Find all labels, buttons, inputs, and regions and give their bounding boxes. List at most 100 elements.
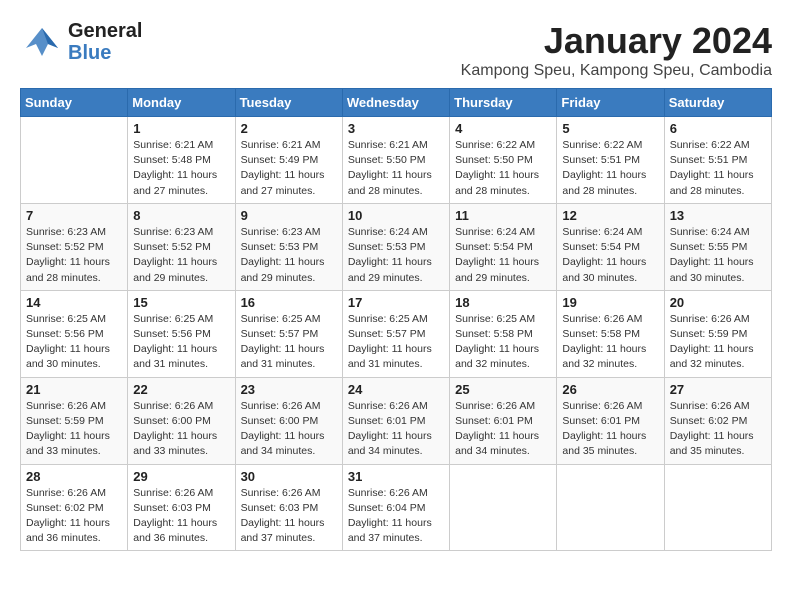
calendar-cell: 12Sunrise: 6:24 AM Sunset: 5:54 PM Dayli… — [557, 203, 664, 290]
day-info: Sunrise: 6:26 AM Sunset: 6:01 PM Dayligh… — [348, 399, 444, 460]
day-info: Sunrise: 6:23 AM Sunset: 5:52 PM Dayligh… — [26, 225, 122, 286]
calendar-week-row: 1 Sunrise: 6:21 AM Sunset: 5:48 PM Daylig… — [21, 117, 772, 204]
calendar-cell: 19 Sunrise: 6:26 AM Sunset: 5:58 PM Dayli… — [557, 290, 664, 377]
day-info: Sunrise: 6:26 AM Sunset: 5:59 PM Dayligh… — [670, 312, 766, 373]
day-number: 11 — [455, 208, 551, 223]
calendar-cell: 13 Sunrise: 6:24 AM Sunset: 5:55 PM Dayli… — [664, 203, 771, 290]
day-info: Sunrise: 6:26 AM Sunset: 5:58 PM Dayligh… — [562, 312, 658, 373]
day-number: 29 — [133, 469, 229, 484]
day-number: 12 — [562, 208, 658, 223]
calendar-cell: 7 Sunrise: 6:23 AM Sunset: 5:52 PM Daylig… — [21, 203, 128, 290]
calendar-cell: 30 Sunrise: 6:26 AM Sunset: 6:03 PM Dayli… — [235, 464, 342, 551]
day-number: 4 — [455, 121, 551, 136]
calendar-cell: 8Sunrise: 6:23 AM Sunset: 5:52 PM Daylig… — [128, 203, 235, 290]
calendar-cell: 17 Sunrise: 6:25 AM Sunset: 5:57 PM Dayli… — [342, 290, 449, 377]
day-info: Sunrise: 6:26 AM Sunset: 5:59 PM Dayligh… — [26, 399, 122, 460]
day-info: Sunrise: 6:22 AM Sunset: 5:51 PM Dayligh… — [670, 138, 766, 199]
day-number: 18 — [455, 295, 551, 310]
calendar-cell: 28Sunrise: 6:26 AM Sunset: 6:02 PM Dayli… — [21, 464, 128, 551]
day-number: 8 — [133, 208, 229, 223]
day-number: 30 — [241, 469, 337, 484]
day-number: 6 — [670, 121, 766, 136]
day-info: Sunrise: 6:26 AM Sunset: 6:01 PM Dayligh… — [455, 399, 551, 460]
calendar-cell — [557, 464, 664, 551]
calendar-table: SundayMondayTuesdayWednesdayThursdayFrid… — [20, 88, 772, 551]
calendar-cell: 4Sunrise: 6:22 AM Sunset: 5:50 PM Daylig… — [450, 117, 557, 204]
day-number: 22 — [133, 382, 229, 397]
day-number: 28 — [26, 469, 122, 484]
logo: General Blue — [20, 20, 142, 64]
day-number: 31 — [348, 469, 444, 484]
day-info: Sunrise: 6:22 AM Sunset: 5:51 PM Dayligh… — [562, 138, 658, 199]
day-info: Sunrise: 6:25 AM Sunset: 5:58 PM Dayligh… — [455, 312, 551, 373]
calendar-day-header: Thursday — [450, 89, 557, 117]
day-number: 23 — [241, 382, 337, 397]
calendar-header: SundayMondayTuesdayWednesdayThursdayFrid… — [21, 89, 772, 117]
day-info: Sunrise: 6:25 AM Sunset: 5:57 PM Dayligh… — [348, 312, 444, 373]
day-number: 10 — [348, 208, 444, 223]
day-info: Sunrise: 6:26 AM Sunset: 6:04 PM Dayligh… — [348, 486, 444, 547]
calendar-cell: 16Sunrise: 6:25 AM Sunset: 5:57 PM Dayli… — [235, 290, 342, 377]
calendar-cell: 31 Sunrise: 6:26 AM Sunset: 6:04 PM Dayli… — [342, 464, 449, 551]
calendar-cell: 3Sunrise: 6:21 AM Sunset: 5:50 PM Daylig… — [342, 117, 449, 204]
calendar-body: 1 Sunrise: 6:21 AM Sunset: 5:48 PM Daylig… — [21, 117, 772, 551]
calendar-cell: 14Sunrise: 6:25 AM Sunset: 5:56 PM Dayli… — [21, 290, 128, 377]
calendar-week-row: 7 Sunrise: 6:23 AM Sunset: 5:52 PM Daylig… — [21, 203, 772, 290]
calendar-cell: 25 Sunrise: 6:26 AM Sunset: 6:01 PM Dayli… — [450, 377, 557, 464]
day-info: Sunrise: 6:24 AM Sunset: 5:55 PM Dayligh… — [670, 225, 766, 286]
calendar-week-row: 28Sunrise: 6:26 AM Sunset: 6:02 PM Dayli… — [21, 464, 772, 551]
day-info: Sunrise: 6:26 AM Sunset: 6:03 PM Dayligh… — [241, 486, 337, 547]
day-info: Sunrise: 6:21 AM Sunset: 5:49 PM Dayligh… — [241, 138, 337, 199]
day-number: 25 — [455, 382, 551, 397]
calendar-day-header: Friday — [557, 89, 664, 117]
calendar-cell — [21, 117, 128, 204]
day-info: Sunrise: 6:25 AM Sunset: 5:56 PM Dayligh… — [133, 312, 229, 373]
calendar-cell — [450, 464, 557, 551]
calendar-cell — [664, 464, 771, 551]
day-number: 13 — [670, 208, 766, 223]
title-block: January 2024 Kampong Speu, Kampong Speu,… — [461, 20, 772, 80]
day-info: Sunrise: 6:26 AM Sunset: 6:01 PM Dayligh… — [562, 399, 658, 460]
page-title: January 2024 — [461, 20, 772, 62]
calendar-cell: 24 Sunrise: 6:26 AM Sunset: 6:01 PM Dayli… — [342, 377, 449, 464]
calendar-day-header: Saturday — [664, 89, 771, 117]
page-subtitle: Kampong Speu, Kampong Speu, Cambodia — [461, 62, 772, 80]
calendar-cell: 15 Sunrise: 6:25 AM Sunset: 5:56 PM Dayli… — [128, 290, 235, 377]
calendar-cell: 29 Sunrise: 6:26 AM Sunset: 6:03 PM Dayli… — [128, 464, 235, 551]
calendar-cell: 18 Sunrise: 6:25 AM Sunset: 5:58 PM Dayli… — [450, 290, 557, 377]
day-number: 3 — [348, 121, 444, 136]
day-info: Sunrise: 6:25 AM Sunset: 5:57 PM Dayligh… — [241, 312, 337, 373]
day-number: 24 — [348, 382, 444, 397]
calendar-cell: 9Sunrise: 6:23 AM Sunset: 5:53 PM Daylig… — [235, 203, 342, 290]
day-info: Sunrise: 6:21 AM Sunset: 5:48 PM Dayligh… — [133, 138, 229, 199]
day-number: 5 — [562, 121, 658, 136]
calendar-cell: 20 Sunrise: 6:26 AM Sunset: 5:59 PM Dayli… — [664, 290, 771, 377]
day-info: Sunrise: 6:26 AM Sunset: 6:03 PM Dayligh… — [133, 486, 229, 547]
calendar-cell: 21 Sunrise: 6:26 AM Sunset: 5:59 PM Dayli… — [21, 377, 128, 464]
calendar-day-header: Wednesday — [342, 89, 449, 117]
calendar-cell: 5 Sunrise: 6:22 AM Sunset: 5:51 PM Daylig… — [557, 117, 664, 204]
calendar-cell: 2 Sunrise: 6:21 AM Sunset: 5:49 PM Daylig… — [235, 117, 342, 204]
calendar-cell: 6 Sunrise: 6:22 AM Sunset: 5:51 PM Daylig… — [664, 117, 771, 204]
calendar-cell: 23Sunrise: 6:26 AM Sunset: 6:00 PM Dayli… — [235, 377, 342, 464]
day-number: 27 — [670, 382, 766, 397]
logo-name: General Blue — [68, 20, 142, 64]
day-number: 1 — [133, 121, 229, 136]
day-number: 26 — [562, 382, 658, 397]
calendar-cell: 11 Sunrise: 6:24 AM Sunset: 5:54 PM Dayli… — [450, 203, 557, 290]
logo-blue-text: Blue — [68, 42, 142, 64]
day-number: 17 — [348, 295, 444, 310]
day-info: Sunrise: 6:24 AM Sunset: 5:54 PM Dayligh… — [455, 225, 551, 286]
day-info: Sunrise: 6:26 AM Sunset: 6:00 PM Dayligh… — [133, 399, 229, 460]
logo-general-text: General — [68, 20, 142, 42]
calendar-cell: 10Sunrise: 6:24 AM Sunset: 5:53 PM Dayli… — [342, 203, 449, 290]
day-number: 2 — [241, 121, 337, 136]
day-number: 7 — [26, 208, 122, 223]
calendar-week-row: 14Sunrise: 6:25 AM Sunset: 5:56 PM Dayli… — [21, 290, 772, 377]
calendar-day-header: Tuesday — [235, 89, 342, 117]
day-number: 20 — [670, 295, 766, 310]
calendar-day-header: Monday — [128, 89, 235, 117]
day-number: 19 — [562, 295, 658, 310]
day-number: 15 — [133, 295, 229, 310]
day-number: 21 — [26, 382, 122, 397]
